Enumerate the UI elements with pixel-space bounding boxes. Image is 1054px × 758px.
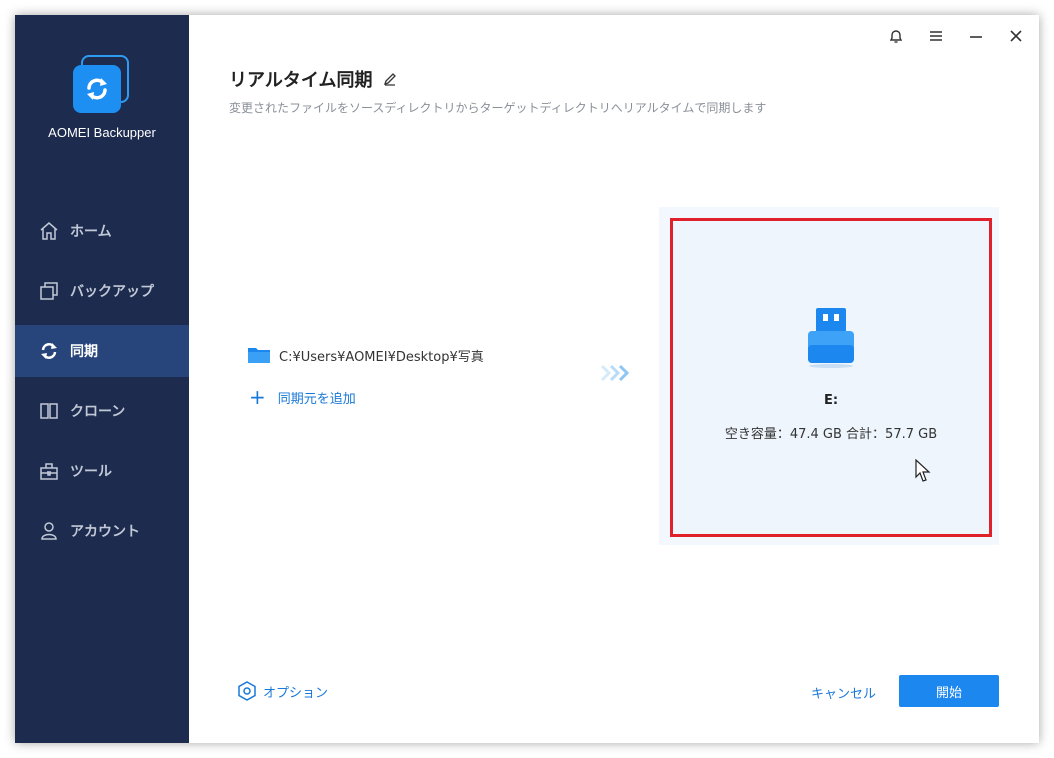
page-title: リアルタイム同期 [229, 70, 373, 91]
folder-icon [247, 345, 271, 365]
sidebar: AOMEI Backupper ホーム バックアップ 同期 クローン ツール ア… [15, 15, 189, 743]
app-logo [73, 55, 131, 113]
cancel-button[interactable]: キャンセル [811, 683, 876, 702]
settings-hex-icon [237, 681, 257, 701]
sidebar-item-tools[interactable]: ツール [15, 445, 189, 497]
sidebar-item-home[interactable]: ホーム [15, 205, 189, 257]
direction-arrows-icon [599, 363, 635, 383]
app-name: AOMEI Backupper [48, 125, 156, 140]
edit-pencil-icon[interactable] [382, 71, 398, 87]
source-path: C:¥Users¥AOMEI¥Desktop¥写真 [279, 349, 484, 365]
clone-icon [38, 400, 60, 422]
sidebar-item-label: アカウント [70, 524, 140, 540]
home-icon [38, 220, 60, 242]
sidebar-nav: ホーム バックアップ 同期 クローン ツール アカウント [15, 205, 189, 565]
account-icon [38, 520, 60, 542]
sidebar-item-backup[interactable]: バックアップ [15, 265, 189, 317]
app-window: AOMEI Backupper ホーム バックアップ 同期 クローン ツール ア… [15, 15, 1039, 743]
sidebar-item-label: バックアップ [70, 284, 154, 300]
drive-capacity: 空き容量：47.4 GB 合計：57.7 GB [724, 427, 938, 442]
page-title-row: リアルタイム同期 [229, 66, 398, 92]
sync-icon [38, 340, 60, 362]
page-subtitle: 変更されたファイルをソースディレクトリからターゲットディレクトリへリアルタイムで… [229, 101, 767, 115]
sync-logo-icon [73, 65, 121, 113]
add-source-label: 同期元を追加 [277, 391, 356, 407]
source-folder-item[interactable]: C:¥Users¥AOMEI¥Desktop¥写真 [247, 345, 484, 365]
options-button[interactable]: オプション [237, 681, 328, 701]
start-button[interactable]: 開始 [899, 675, 999, 707]
sidebar-item-account[interactable]: アカウント [15, 505, 189, 557]
usb-drive-icon [805, 305, 857, 373]
backup-icon [38, 280, 60, 302]
main-content: リアルタイム同期 変更されたファイルをソースディレクトリからターゲットディレクト… [189, 15, 1039, 743]
sidebar-item-label: ホーム [70, 224, 112, 240]
tools-icon [38, 460, 60, 482]
add-source-button[interactable]: + 同期元を追加 [249, 387, 356, 407]
sidebar-item-sync[interactable]: 同期 [15, 325, 189, 377]
drive-letter: E: [823, 393, 839, 408]
target-drive-card[interactable]: E: 空き容量：47.4 GB 合計：57.7 GB [670, 218, 992, 537]
sidebar-item-label: ツール [70, 464, 112, 480]
sidebar-item-label: クローン [70, 404, 126, 420]
mouse-cursor-icon [915, 458, 931, 487]
sidebar-item-label: 同期 [70, 344, 98, 360]
options-label: オプション [263, 685, 329, 701]
sidebar-item-clone[interactable]: クローン [15, 385, 189, 437]
plus-icon: + [249, 385, 266, 409]
